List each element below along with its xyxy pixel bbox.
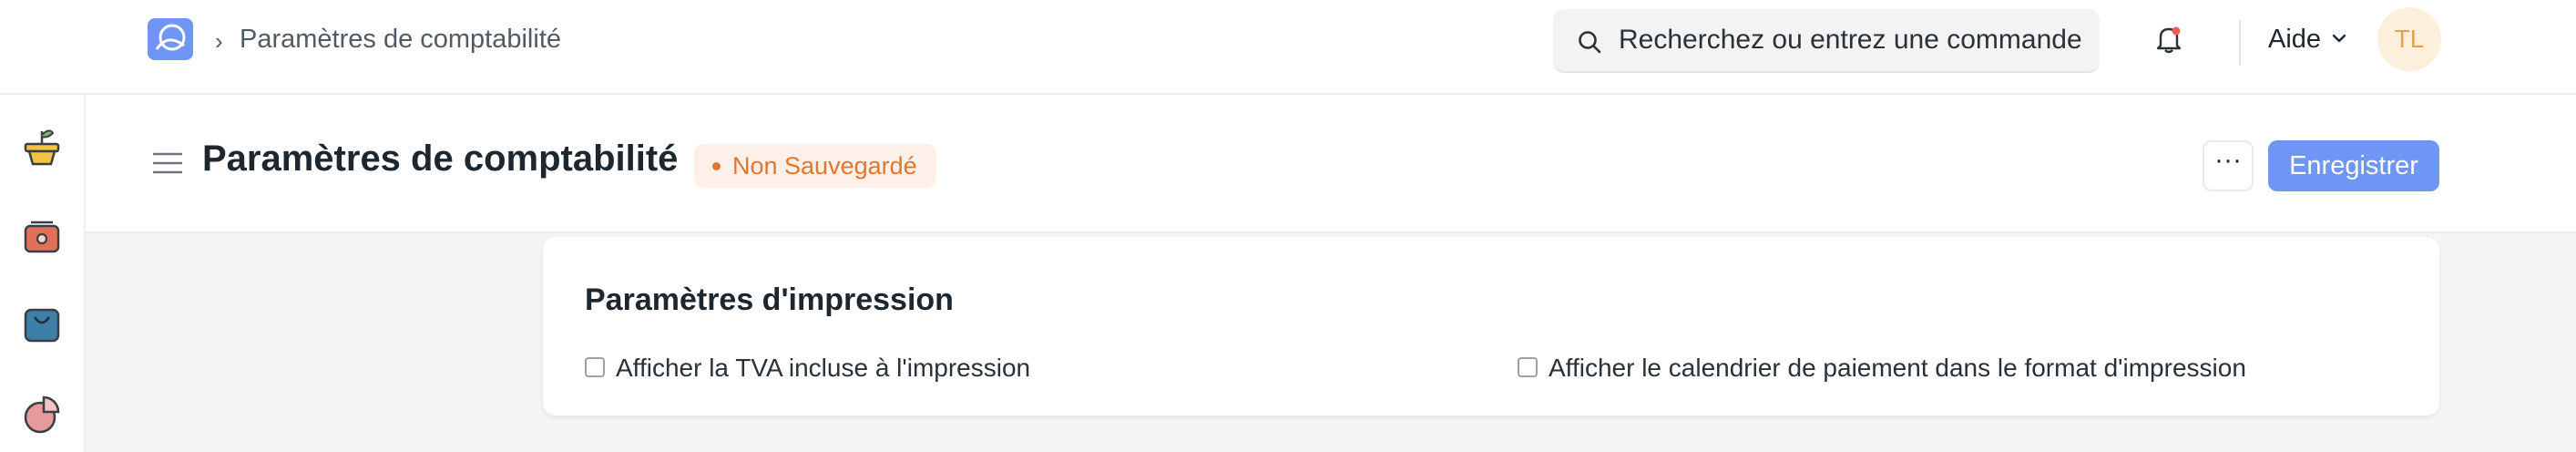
save-button[interactable]: Enregistrer [2268,140,2439,191]
sidebar [0,95,86,452]
app-logo-icon[interactable] [148,18,193,60]
status-badge-label: Non Sauvegardé [732,152,917,180]
avatar[interactable]: TL [2377,7,2441,71]
search-bar[interactable]: Recherchez ou entrez une commande [1553,9,2100,73]
notification-bell-icon[interactable] [2155,24,2182,55]
search-icon [1579,31,1601,54]
pie-chart-icon[interactable] [20,392,64,436]
hamburger-menu-icon[interactable] [153,151,182,175]
plant-pot-icon[interactable] [20,124,64,168]
navbar-divider [2239,20,2241,66]
status-dot-icon [712,162,721,170]
show-payment-schedule-checkbox[interactable] [1518,357,1538,377]
shopping-bag-icon[interactable] [20,303,64,346]
show-payment-schedule-label[interactable]: Afficher le calendrier de paiement dans … [1549,354,2246,383]
search-input[interactable]: Recherchez ou entrez une commande [1619,25,2082,56]
top-navbar: › Paramètres de comptabilité Recherchez … [0,0,2576,95]
print-settings-card: Paramètres d'impression Afficher la TVA … [543,237,2439,416]
page-title: Paramètres de comptabilité [202,139,679,179]
section-title: Paramètres d'impression [585,282,954,317]
safe-box-icon[interactable] [20,213,64,257]
show-vat-checkbox[interactable] [585,357,605,377]
breadcrumb-chevron-icon: › [215,27,223,55]
page-header: Paramètres de comptabilité Non Sauvegard… [86,95,2576,233]
breadcrumb[interactable]: Paramètres de comptabilité [240,25,561,55]
chevron-down-icon[interactable] [2330,29,2348,47]
show-vat-label[interactable]: Afficher la TVA incluse à l'impression [616,354,1030,383]
help-menu[interactable]: Aide [2268,25,2321,55]
status-badge: Non Sauvegardé [694,144,936,188]
more-actions-button[interactable]: ··· [2203,140,2254,191]
